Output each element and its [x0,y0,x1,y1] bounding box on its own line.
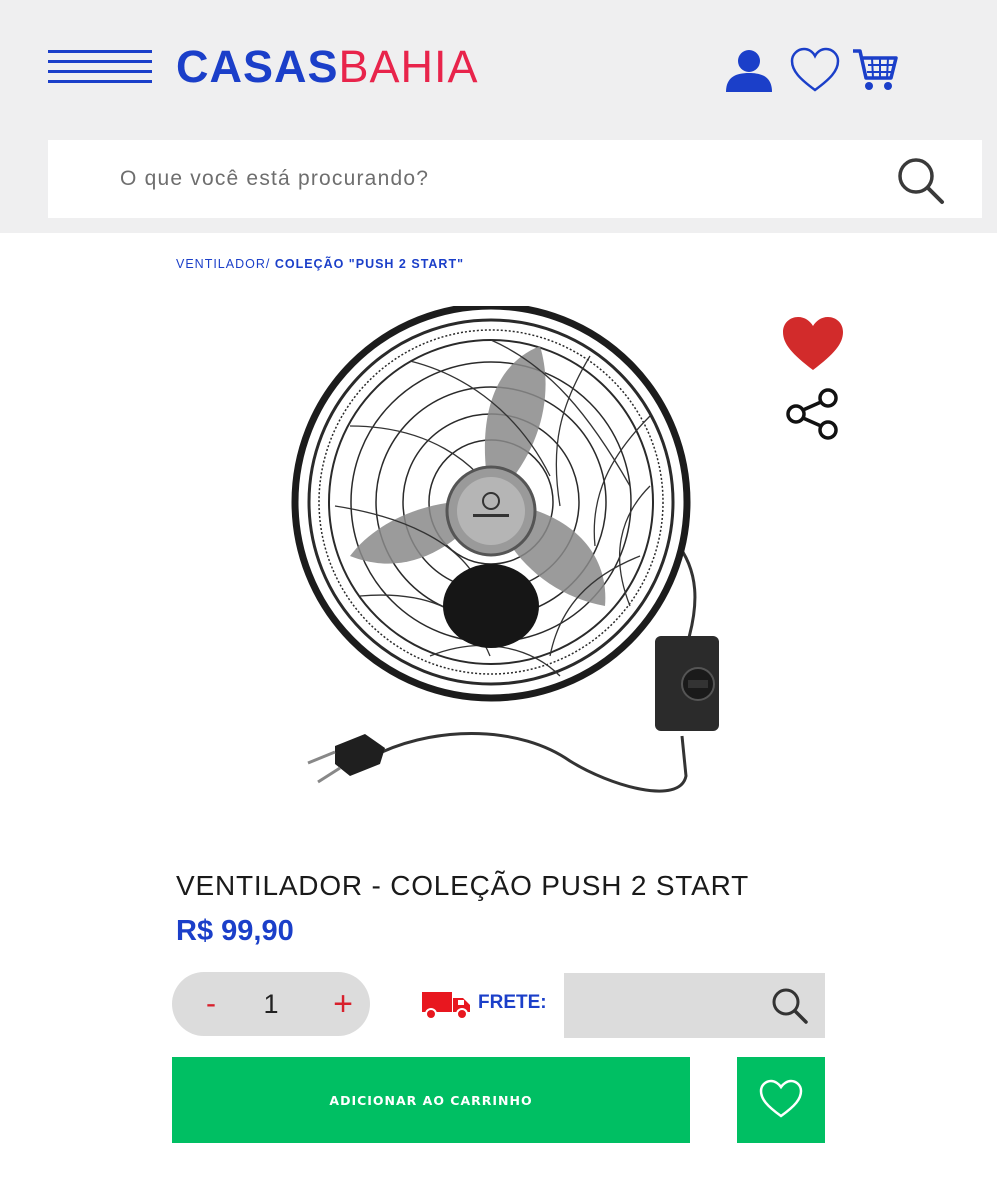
logo-part-bahia: BAHIA [338,41,479,92]
breadcrumb: VENTILADOR/ COLEÇÃO "PUSH 2 START" [176,257,464,271]
breadcrumb-item-ventilador[interactable]: VENTILADOR/ [176,257,275,271]
product-image [290,302,740,806]
logo-part-casas: CASAS [176,41,339,92]
product-price: R$ 99,90 [176,915,294,947]
search-input[interactable] [120,154,880,204]
add-to-wishlist-button[interactable] [737,1057,825,1143]
shipping-label: FRETE: [478,992,547,1013]
breadcrumb-item-current: COLEÇÃO "PUSH 2 START" [274,257,465,271]
shipping-cep-input[interactable] [576,983,766,1028]
quantity-increase-button[interactable]: + [318,972,368,1036]
quantity-decrease-button[interactable]: - [186,972,236,1036]
search-bar [48,140,982,218]
plug-shape [307,734,385,784]
user-icon[interactable] [724,46,774,96]
truck-icon [422,990,474,1020]
shipping-calc-box [564,973,825,1038]
cart-icon[interactable] [851,46,901,96]
favorite-heart-icon[interactable] [780,314,846,372]
search-icon[interactable] [894,154,948,208]
quantity-value: 1 [263,989,279,1019]
wishlist-outline-heart-icon [759,1079,803,1118]
speed-controller-shape [655,636,719,731]
add-to-cart-button[interactable]: ADICIONAR AO CARRINHO [172,1057,690,1143]
share-icon[interactable] [782,384,842,444]
wishlist-heart-icon[interactable] [790,46,840,96]
site-logo[interactable]: CASASBAHIA [176,42,479,92]
shipping-search-icon[interactable] [770,986,810,1026]
menu-icon[interactable] [48,50,152,84]
quantity-stepper: - 1 + [172,972,370,1036]
site-header: CASASBAHIA [0,0,997,233]
product-title: VENTILADOR - COLEÇÃO PUSH 2 START [176,870,750,901]
